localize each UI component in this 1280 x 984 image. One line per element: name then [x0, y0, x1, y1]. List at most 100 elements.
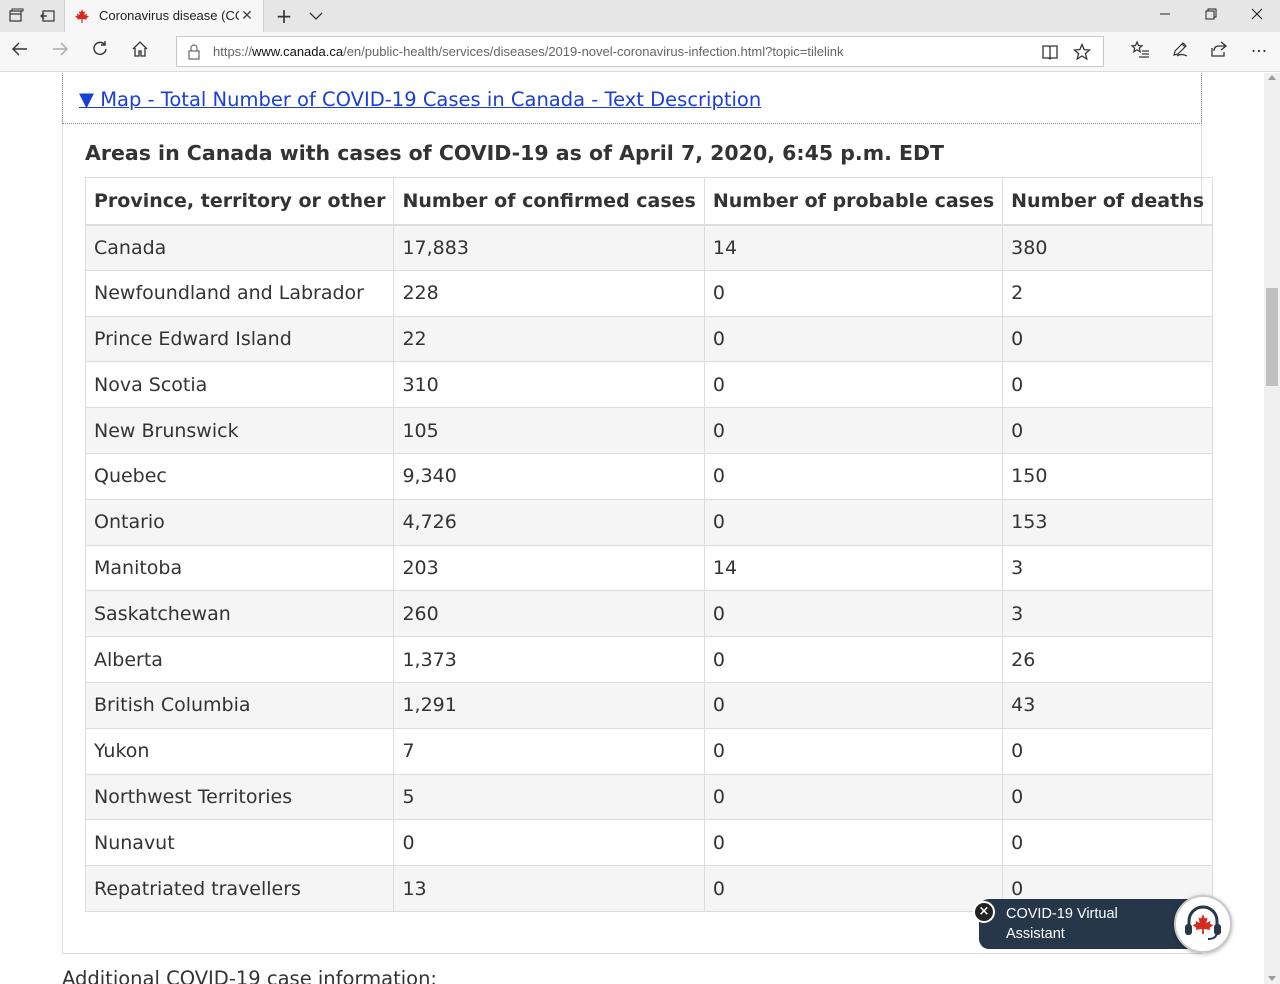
table-caption: Areas in Canada with cases of COVID-19 a…: [85, 141, 945, 165]
probable-cell: 0: [703, 865, 1004, 912]
additional-info-heading: Additional COVID-19 case information:: [62, 967, 438, 984]
confirmed-cell: 0: [393, 819, 705, 867]
table-row: Yukon 7 0 0: [84, 727, 1214, 775]
table-row: Alberta 1,373 0 26: [84, 636, 1214, 683]
virtual-assistant-widget[interactable]: COVID-19 Virtual Assistant ×: [973, 895, 1232, 953]
confirmed-cell: 17,883: [393, 224, 705, 271]
plus-icon[interactable]: +: [274, 6, 294, 26]
table-row: Prince Edward Island 22 0 0: [84, 315, 1214, 363]
table-row: Northwest Territories 5 0 0: [84, 773, 1214, 821]
column-header: Number of confirmed cases: [393, 177, 705, 226]
virtual-assistant-label: COVID-19 Virtual Assistant: [1006, 906, 1118, 942]
column-header: Number of probable cases: [703, 177, 1004, 226]
probable-cell: 0: [703, 773, 1004, 821]
cases-table: Province, territory or other Number of c…: [84, 177, 1214, 912]
table-row: Manitoba 203 14 3: [84, 544, 1214, 592]
probable-cell: 14: [703, 544, 1004, 592]
refresh-icon[interactable]: [88, 40, 112, 64]
lock-icon: [187, 44, 201, 60]
scrollbar-thumb[interactable]: [1266, 288, 1278, 386]
tab-bar: Coronavirus disease (COVID-19): Outbreak…: [0, 0, 1280, 32]
province-cell: Repatriated travellers: [84, 865, 395, 912]
province-cell: Nova Scotia: [84, 361, 395, 409]
probable-cell: 0: [703, 269, 1004, 317]
deaths-cell: 153: [1002, 498, 1214, 546]
province-cell: Alberta: [84, 636, 395, 683]
map-text-description-toggle[interactable]: ▼ Map - Total Number of COVID-19 Cases i…: [79, 87, 761, 113]
table-header-row: Province, territory or other Number of c…: [84, 177, 1214, 226]
arrow-right-icon[interactable]: [48, 40, 72, 64]
arrow-left-icon[interactable]: [8, 40, 32, 64]
restore-icon[interactable]: [1188, 0, 1234, 32]
canada-maple-leaf-icon: [74, 8, 90, 24]
url-text: https://www.canada.ca/en/public-health/s…: [213, 44, 844, 59]
scroll-up-arrow-icon[interactable]: [1268, 75, 1276, 80]
province-cell: Northwest Territories: [84, 773, 395, 821]
minimize-icon[interactable]: [1142, 0, 1188, 32]
probable-cell: 14: [703, 224, 1004, 271]
deaths-cell: 26: [1002, 636, 1214, 683]
confirmed-cell: 9,340: [393, 452, 705, 500]
province-cell: Prince Edward Island: [84, 315, 395, 363]
virtual-assistant-button[interactable]: COVID-19 Virtual Assistant: [979, 899, 1191, 949]
province-cell: Saskatchewan: [84, 590, 395, 638]
table-row: Quebec 9,340 0 150: [84, 452, 1214, 500]
probable-cell: 0: [703, 727, 1004, 775]
confirmed-cell: 260: [393, 590, 705, 638]
show-aside-tabs-icon[interactable]: [40, 8, 56, 24]
province-cell: British Columbia: [84, 681, 395, 729]
share-icon[interactable]: [1207, 40, 1231, 64]
chevron-down-icon[interactable]: [306, 6, 326, 26]
province-cell: Yukon: [84, 727, 395, 775]
table-row: New Brunswick 105 0 0: [84, 407, 1214, 454]
province-cell: Newfoundland and Labrador: [84, 269, 395, 317]
deaths-cell: 0: [1002, 407, 1214, 454]
column-header: Province, territory or other: [84, 177, 395, 226]
address-bar[interactable]: https://www.canada.ca/en/public-health/s…: [176, 36, 1104, 67]
confirmed-cell: 5: [393, 773, 705, 821]
page-content: ▼ Map - Total Number of COVID-19 Cases i…: [0, 73, 1264, 984]
vertical-scrollbar[interactable]: [1264, 73, 1280, 984]
tab-title: Coronavirus disease (COVID-19): Outbreak…: [99, 8, 239, 23]
confirmed-cell: 1,291: [393, 681, 705, 729]
headset-maple-leaf-icon[interactable]: [1174, 895, 1232, 953]
confirmed-cell: 203: [393, 544, 705, 592]
favorites-list-icon[interactable]: [1128, 40, 1152, 64]
confirmed-cell: 1,373: [393, 636, 705, 683]
deaths-cell: 3: [1002, 590, 1214, 638]
probable-cell: 0: [703, 636, 1004, 683]
confirmed-cell: 310: [393, 361, 705, 409]
province-cell: Canada: [84, 224, 395, 271]
province-cell: Ontario: [84, 498, 395, 546]
column-header: Number of deaths: [1002, 177, 1214, 226]
probable-cell: 0: [703, 498, 1004, 546]
pen-icon[interactable]: [1168, 40, 1192, 64]
table-row: Newfoundland and Labrador 228 0 2: [84, 269, 1214, 317]
confirmed-cell: 7: [393, 727, 705, 775]
close-icon[interactable]: ×: [973, 901, 995, 923]
table-row: Canada 17,883 14 380: [84, 224, 1214, 271]
deaths-cell: 0: [1002, 361, 1214, 409]
confirmed-cell: 13: [393, 865, 705, 912]
probable-cell: 0: [703, 361, 1004, 409]
province-cell: Nunavut: [84, 819, 395, 867]
scroll-down-arrow-icon[interactable]: [1268, 976, 1276, 981]
more-icon[interactable]: ···: [1247, 40, 1271, 64]
reading-view-icon[interactable]: [1041, 43, 1059, 61]
active-tab[interactable]: Coronavirus disease (COVID-19): Outbreak…: [64, 0, 264, 32]
probable-cell: 0: [703, 681, 1004, 729]
tabs-aside-icon[interactable]: [8, 8, 24, 24]
table-row: Nunavut 0 0 0: [84, 819, 1214, 867]
close-icon[interactable]: ✕: [239, 8, 255, 24]
table-row: Saskatchewan 260 0 3: [84, 590, 1214, 638]
probable-cell: 0: [703, 590, 1004, 638]
star-icon[interactable]: [1072, 42, 1092, 61]
deaths-cell: 150: [1002, 452, 1214, 500]
deaths-cell: 0: [1002, 315, 1214, 363]
home-icon[interactable]: [128, 40, 152, 64]
deaths-cell: 2: [1002, 269, 1214, 317]
deaths-cell: 380: [1002, 224, 1214, 271]
probable-cell: 0: [703, 315, 1004, 363]
close-window-icon[interactable]: [1234, 0, 1280, 32]
confirmed-cell: 22: [393, 315, 705, 363]
